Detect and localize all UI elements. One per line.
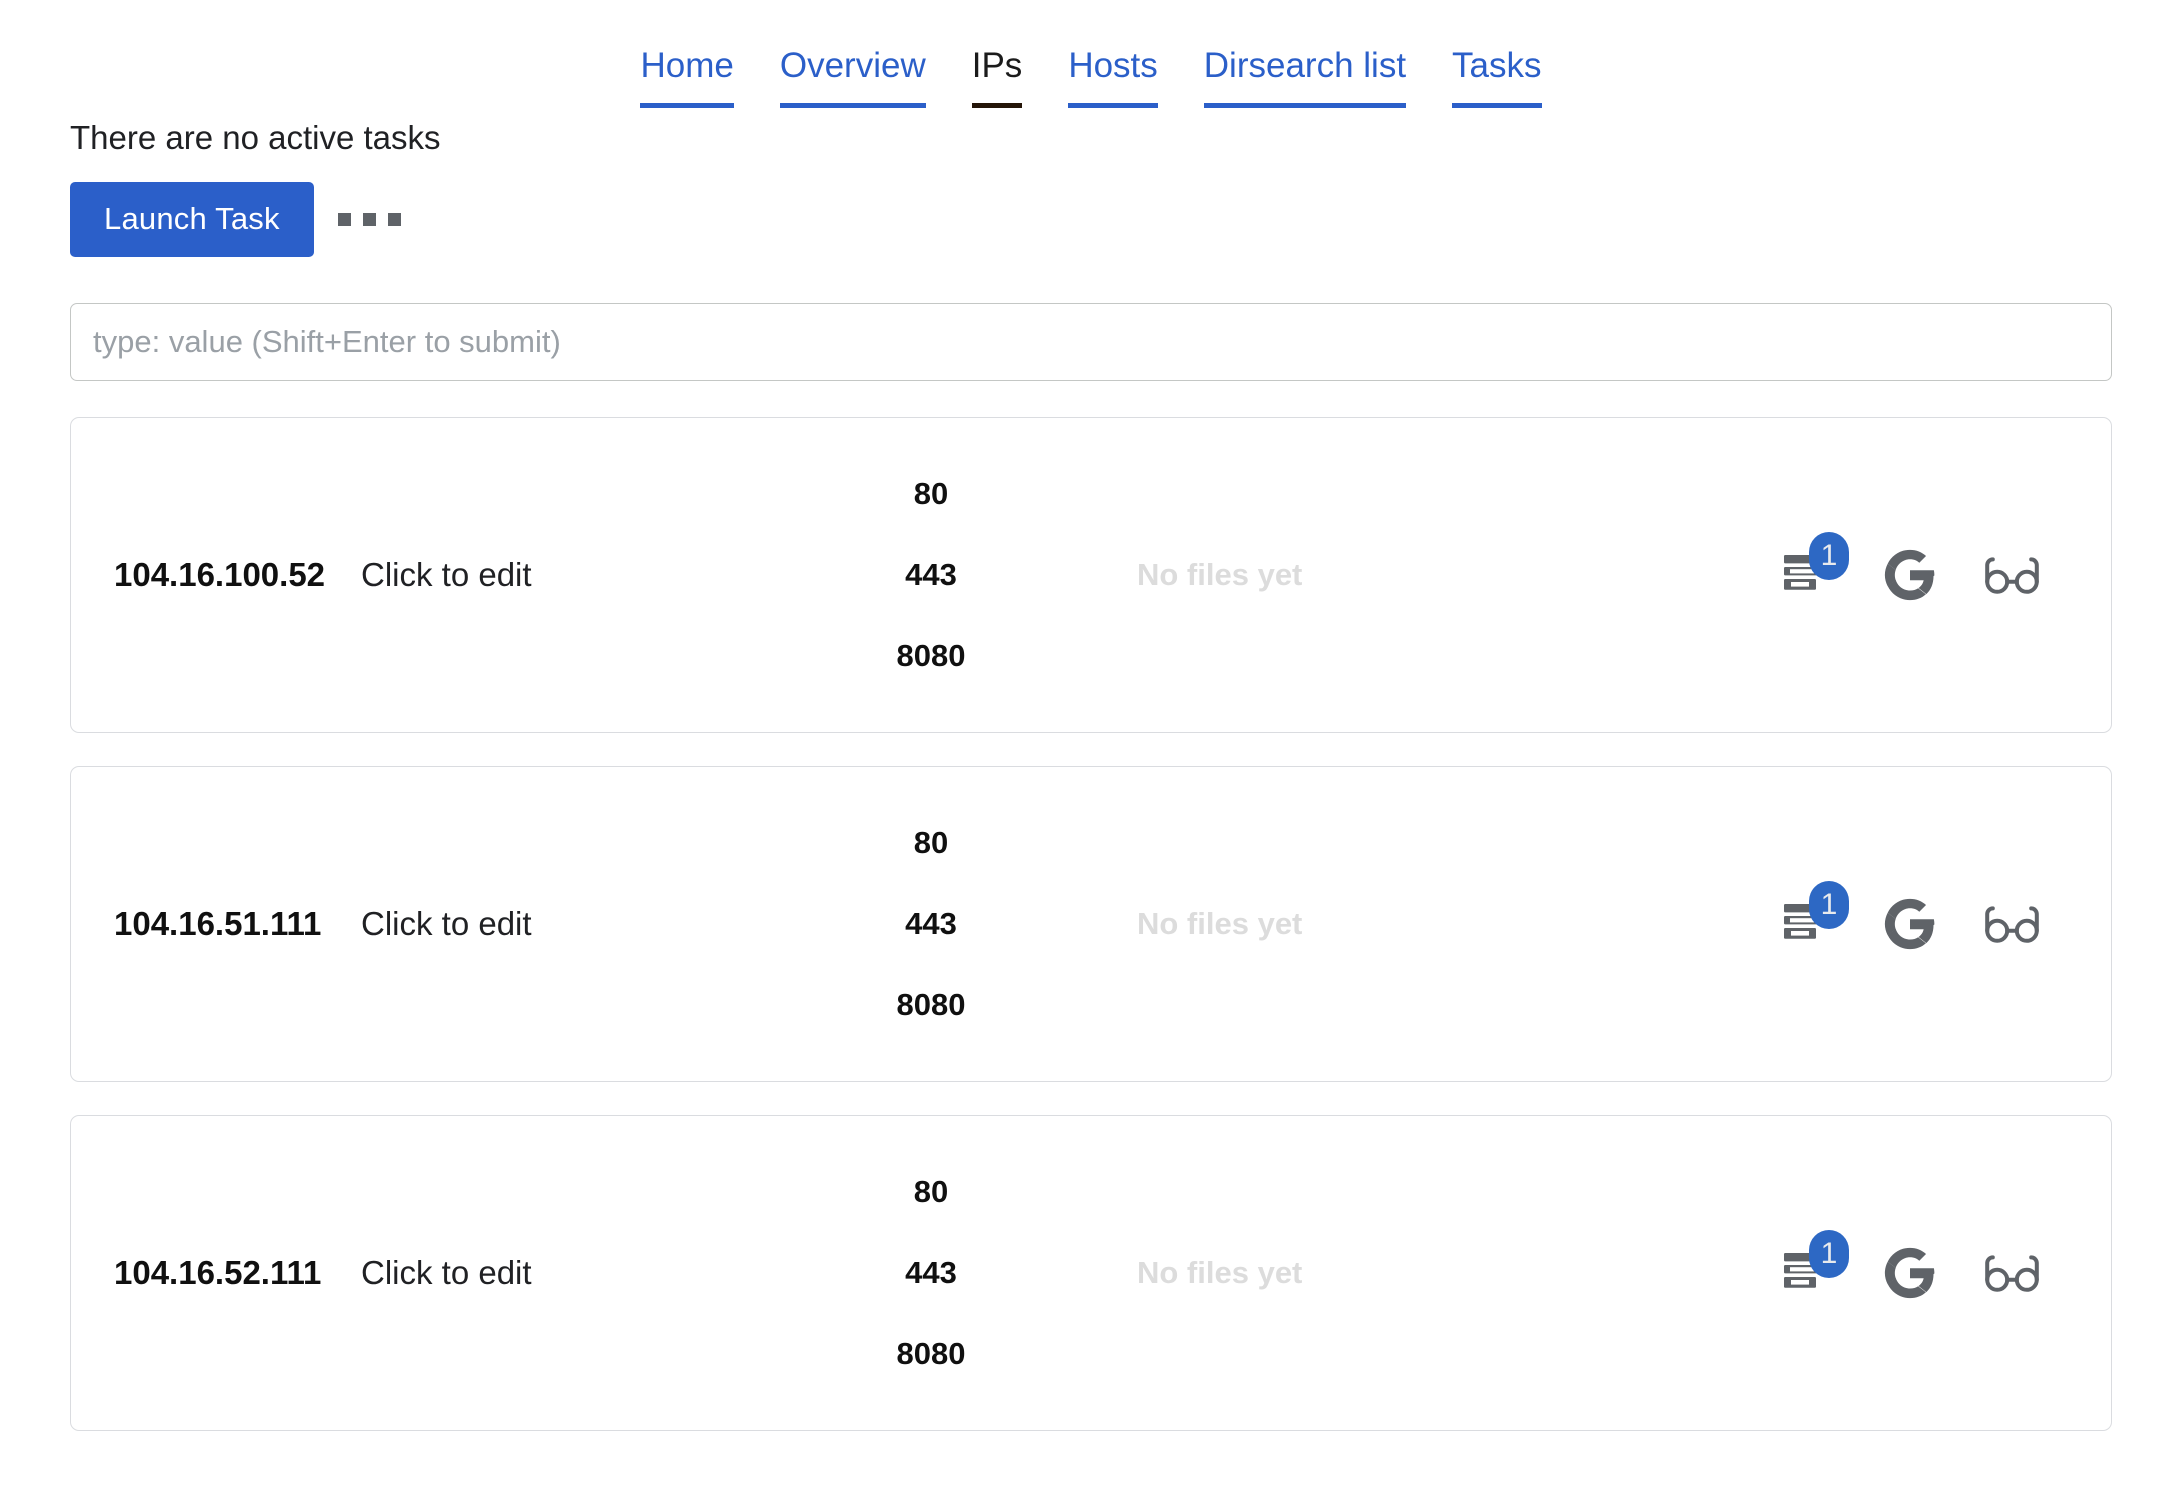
search-input[interactable] [70, 302, 2112, 381]
row-actions: 1 [1779, 880, 2111, 953]
row-actions: 1 [1779, 531, 2111, 604]
google-g-icon[interactable] [1881, 546, 1939, 604]
files-placeholder: No files yet [1137, 905, 1303, 941]
ip-card-list: 104.16.100.52 Click to edit 80 443 8080 … [70, 416, 2112, 1431]
port-item: 8080 [896, 987, 966, 1023]
dot-2 [362, 212, 376, 226]
port-item: 80 [913, 1174, 949, 1210]
port-item: 8080 [896, 1336, 966, 1372]
nav-link-tasks[interactable]: Tasks [1452, 48, 1542, 108]
nav-link-hosts[interactable]: Hosts [1068, 48, 1158, 108]
table-row[interactable]: 104.16.100.52 Click to edit 80 443 8080 … [70, 416, 2112, 733]
port-item: 8080 [896, 638, 966, 674]
task-controls: Launch Task [70, 181, 2182, 257]
edit-note-field[interactable]: Click to edit [361, 556, 781, 594]
main-navigation: Home Overview IPs Hosts Dirsearch list T… [0, 0, 2182, 110]
glasses-icon[interactable] [1983, 546, 2041, 604]
port-list: 80 443 8080 [781, 478, 1081, 671]
port-list: 80 443 8080 [781, 1176, 1081, 1369]
more-options-icon[interactable] [326, 195, 413, 244]
nav-link-ips[interactable]: IPs [971, 48, 1023, 108]
edit-note-field[interactable]: Click to edit [361, 1254, 781, 1292]
port-item: 443 [905, 557, 957, 593]
dns-icon[interactable]: 1 [1779, 1229, 1849, 1302]
ip-address: 104.16.52.111 [114, 1253, 322, 1291]
nav-link-home[interactable]: Home [640, 48, 734, 108]
task-status-text: There are no active tasks [70, 119, 441, 156]
glasses-icon[interactable] [1983, 895, 2041, 953]
dns-icon[interactable]: 1 [1779, 880, 1849, 953]
port-item: 80 [913, 476, 949, 512]
table-row[interactable]: 104.16.52.111 Click to edit 80 443 8080 … [70, 1114, 2112, 1431]
table-row[interactable]: 104.16.51.111 Click to edit 80 443 8080 … [70, 765, 2112, 1082]
dot-1 [337, 212, 351, 226]
search-container [70, 302, 2112, 381]
status-badge: 1 [1809, 880, 1849, 929]
google-g-icon[interactable] [1881, 895, 1939, 953]
ip-address: 104.16.51.111 [114, 904, 322, 942]
row-actions: 1 [1779, 1229, 2111, 1302]
files-placeholder: No files yet [1137, 1254, 1303, 1290]
port-list: 80 443 8080 [781, 827, 1081, 1020]
launch-task-button[interactable]: Launch Task [70, 181, 314, 257]
port-item: 443 [905, 906, 957, 942]
dns-icon[interactable]: 1 [1779, 531, 1849, 604]
files-placeholder: No files yet [1137, 556, 1303, 592]
port-item: 443 [905, 1255, 957, 1291]
port-item: 80 [913, 825, 949, 861]
edit-note-field[interactable]: Click to edit [361, 905, 781, 943]
ip-address: 104.16.100.52 [114, 555, 326, 593]
dot-3 [387, 212, 401, 226]
google-g-icon[interactable] [1881, 1244, 1939, 1302]
nav-link-overview[interactable]: Overview [779, 48, 926, 108]
status-badge: 1 [1809, 1229, 1849, 1278]
status-badge: 1 [1809, 531, 1849, 580]
nav-link-dirsearch-list[interactable]: Dirsearch list [1203, 48, 1407, 108]
glasses-icon[interactable] [1983, 1244, 2041, 1302]
